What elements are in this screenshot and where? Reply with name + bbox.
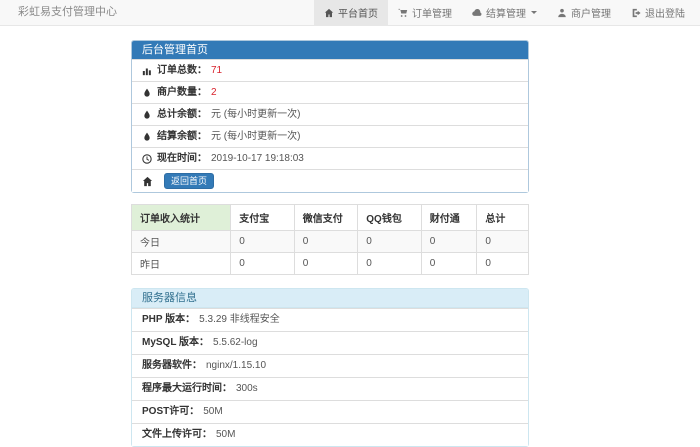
server-info-panel-title: 服务器信息 xyxy=(132,289,528,308)
server-value: 50M xyxy=(203,406,222,417)
server-value: 5.5.62-log xyxy=(213,337,257,348)
stat-value: 元 (每小时更新一次) xyxy=(211,108,300,121)
server-row-upload-limit: 文件上传许可： 50M xyxy=(132,423,528,446)
stat-value: 71 xyxy=(211,64,222,77)
server-label: PHP 版本： xyxy=(142,314,195,325)
nav-item-logout[interactable]: 退出登陆 xyxy=(621,0,695,25)
cart-icon xyxy=(398,8,408,18)
clock-icon xyxy=(142,154,152,164)
server-label: 程序最大运行时间： xyxy=(142,383,232,394)
nav-item-label: 平台首页 xyxy=(338,5,378,20)
server-value: nginx/1.15.10 xyxy=(206,360,266,371)
column-header: 财付通 xyxy=(421,205,477,231)
server-value: 50M xyxy=(216,429,235,440)
table-row-yesterday: 昨日 0 0 0 0 0 xyxy=(132,253,529,275)
cloud-icon xyxy=(472,8,482,18)
server-label: 服务器软件： xyxy=(142,360,202,371)
tint-icon xyxy=(142,88,152,98)
dashboard-panel-title: 后台管理首页 xyxy=(132,41,528,59)
cell-value: 0 xyxy=(421,253,477,275)
cell-value: 0 xyxy=(421,231,477,253)
stat-value: 2 xyxy=(211,86,217,99)
nav-item-label: 商户管理 xyxy=(571,5,611,20)
back-home-button[interactable]: 返回首页 xyxy=(164,173,214,189)
cell-value: 0 xyxy=(231,253,295,275)
main-nav: 平台首页 订单管理 结算管理 商户管理 退出登陆 xyxy=(314,0,700,25)
server-label: MySQL 版本： xyxy=(142,337,209,348)
column-header: 总计 xyxy=(477,205,529,231)
stat-row-total-balance: 总计余额： 元 (每小时更新一次) xyxy=(132,103,528,125)
dashboard-panel: 后台管理首页 订单总数： 71 商户数量： 2 总计余额： 元 (每小时更新一次… xyxy=(131,40,529,193)
cell-value: 0 xyxy=(358,253,422,275)
column-header: QQ钱包 xyxy=(358,205,422,231)
server-label: POST许可： xyxy=(142,406,199,417)
server-value: 5.3.29 非线程安全 xyxy=(199,314,280,325)
table-header-row: 订单收入统计 支付宝 微信支付 QQ钱包 财付通 总计 xyxy=(132,205,529,231)
server-row-max-exec-time: 程序最大运行时间： 300s xyxy=(132,377,528,400)
nav-item-platform-home[interactable]: 平台首页 xyxy=(314,0,388,25)
nav-item-label: 结算管理 xyxy=(486,5,526,20)
home-icon xyxy=(142,176,153,187)
table-row-today: 今日 0 0 0 0 0 xyxy=(132,231,529,253)
caret-down-icon xyxy=(531,11,537,14)
nav-item-settlement-management[interactable]: 结算管理 xyxy=(462,0,547,25)
stat-row-settle-balance: 结算余额： 元 (每小时更新一次) xyxy=(132,125,528,147)
cell-value: 0 xyxy=(477,231,529,253)
tint-icon xyxy=(142,110,152,120)
server-row-php-version: PHP 版本： 5.3.29 非线程安全 xyxy=(132,308,528,331)
income-stats-table: 订单收入统计 支付宝 微信支付 QQ钱包 财付通 总计 今日 0 0 0 0 0… xyxy=(131,204,529,275)
server-info-panel: 服务器信息 PHP 版本： 5.3.29 非线程安全 MySQL 版本： 5.5.6… xyxy=(131,288,529,447)
stat-label: 订单总数： xyxy=(157,64,207,77)
stat-row-order-total: 订单总数： 71 xyxy=(132,59,528,81)
logout-icon xyxy=(631,8,641,18)
server-row-mysql-version: MySQL 版本： 5.5.62-log xyxy=(132,331,528,354)
column-header: 支付宝 xyxy=(231,205,295,231)
server-value: 300s xyxy=(236,383,258,394)
row-label: 昨日 xyxy=(132,253,231,275)
row-label: 今日 xyxy=(132,231,231,253)
stat-value: 2019-10-17 19:18:03 xyxy=(211,152,304,165)
bar-chart-icon xyxy=(142,66,152,76)
stat-row-current-time: 现在时间： 2019-10-17 19:18:03 xyxy=(132,147,528,169)
nav-item-merchant-management[interactable]: 商户管理 xyxy=(547,0,621,25)
server-label: 文件上传许可： xyxy=(142,429,212,440)
top-navbar: 彩虹易支付管理中心 平台首页 订单管理 结算管理 商户管理 退出登陆 xyxy=(0,0,700,26)
home-icon xyxy=(324,8,334,18)
server-row-post-limit: POST许可： 50M xyxy=(132,400,528,423)
stat-row-merchant-count: 商户数量： 2 xyxy=(132,81,528,103)
stat-label: 现在时间： xyxy=(157,152,207,165)
stat-value: 元 (每小时更新一次) xyxy=(211,130,300,143)
user-icon xyxy=(557,8,567,18)
nav-item-label: 订单管理 xyxy=(412,5,452,20)
cell-value: 0 xyxy=(231,231,295,253)
server-row-server-software: 服务器软件： nginx/1.15.10 xyxy=(132,354,528,377)
stat-label: 商户数量： xyxy=(157,86,207,99)
nav-item-label: 退出登陆 xyxy=(645,5,685,20)
cell-value: 0 xyxy=(294,253,358,275)
app-title: 彩虹易支付管理中心 xyxy=(0,0,117,25)
tint-icon xyxy=(142,132,152,142)
stat-label: 结算余额： xyxy=(157,130,207,143)
cell-value: 0 xyxy=(477,253,529,275)
nav-item-order-management[interactable]: 订单管理 xyxy=(388,0,462,25)
cell-value: 0 xyxy=(358,231,422,253)
stat-label: 总计余额： xyxy=(157,108,207,121)
cell-value: 0 xyxy=(294,231,358,253)
column-header: 订单收入统计 xyxy=(132,205,231,231)
column-header: 微信支付 xyxy=(294,205,358,231)
home-button-row: 返回首页 xyxy=(132,169,528,192)
main-content: 后台管理首页 订单总数： 71 商户数量： 2 总计余额： 元 (每小时更新一次… xyxy=(131,40,529,447)
